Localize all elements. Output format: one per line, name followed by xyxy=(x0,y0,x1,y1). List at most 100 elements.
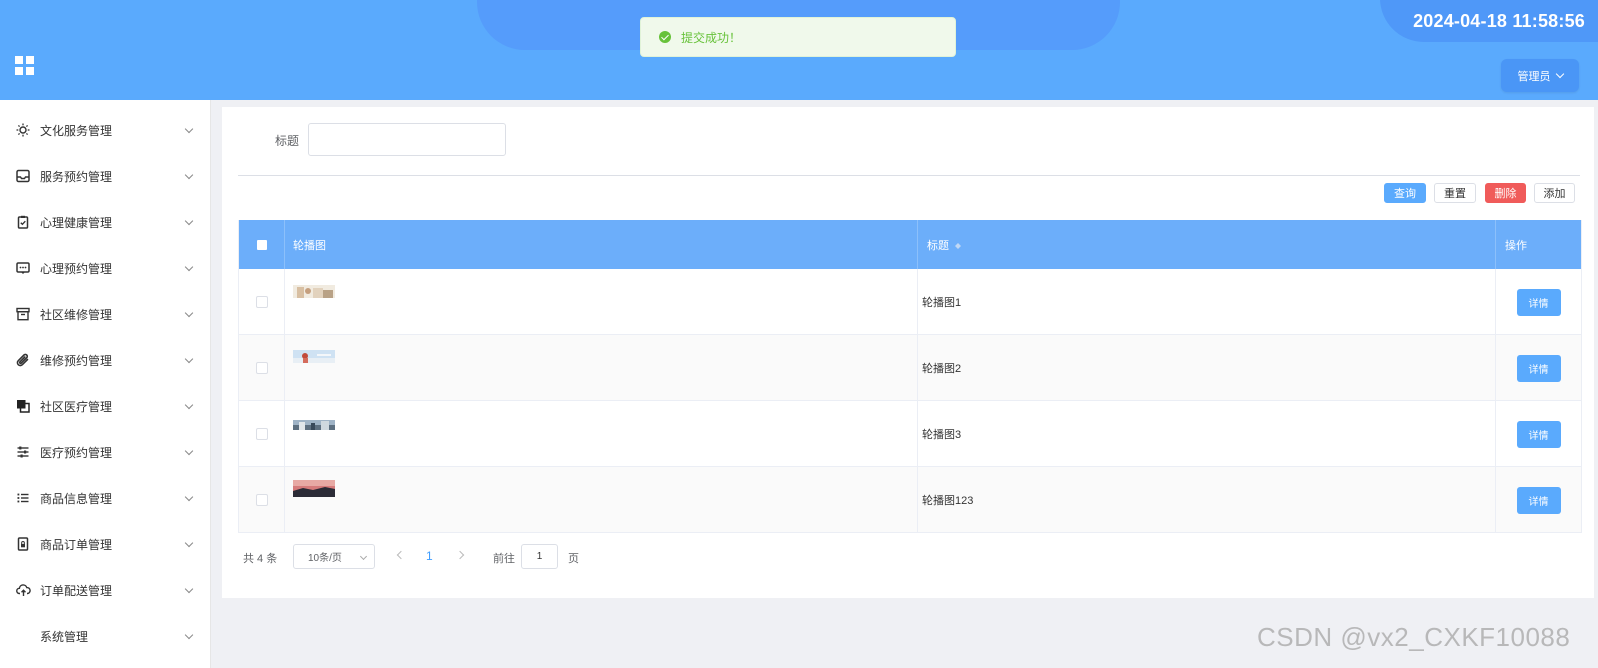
archive-box-icon xyxy=(15,306,31,322)
sidebar-item-system[interactable]: 系统管理 xyxy=(0,613,210,659)
delete-button[interactable]: 删除 xyxy=(1485,183,1526,203)
operation-cell: 详情 xyxy=(1496,335,1581,401)
sidebar-item-community-repair[interactable]: 社区维修管理 xyxy=(0,291,210,337)
copy-squares-icon xyxy=(15,398,31,414)
goto-page-input[interactable]: 1 xyxy=(521,544,558,569)
reset-button[interactable]: 重置 xyxy=(1434,183,1476,203)
query-button[interactable]: 查询 xyxy=(1384,183,1426,203)
main-panel: 标题 查询 重置 删除 添加 轮播图 标题 操作 轮播图1 详情 轮播图2 详情… xyxy=(222,107,1594,598)
row-check-cell xyxy=(239,335,285,401)
title-cell: 轮播图123 xyxy=(918,467,1496,533)
sidebar-item-mental-booking[interactable]: 心理预约管理 xyxy=(0,245,210,291)
chevron-down-icon xyxy=(184,354,194,363)
chevron-down-icon xyxy=(184,308,194,317)
sidebar-item-order-delivery[interactable]: 订单配送管理 xyxy=(0,567,210,613)
select-all-checkbox[interactable] xyxy=(256,239,267,250)
carousel-thumbnail xyxy=(293,350,335,363)
image-cell xyxy=(285,335,918,401)
carousel-thumbnail xyxy=(293,417,335,430)
table-row: 轮播图1 详情 xyxy=(239,269,1581,335)
row-check-cell xyxy=(239,401,285,467)
success-check-icon xyxy=(659,31,671,43)
detail-button[interactable]: 详情 xyxy=(1516,354,1561,382)
sidebar-item-repair-booking[interactable]: 维修预约管理 xyxy=(0,337,210,383)
chevron-down-icon xyxy=(184,538,194,547)
sidebar-item-mental-health[interactable]: 心理健康管理 xyxy=(0,199,210,245)
next-page-icon[interactable] xyxy=(455,550,465,560)
table-header: 轮播图 标题 操作 xyxy=(239,220,1581,269)
column-header-title[interactable]: 标题 xyxy=(918,220,1496,269)
sidebar-item-label: 服务预约管理 xyxy=(40,169,113,184)
sidebar: 文化服务管理 服务预约管理 心理健康管理 心理预约管理 社区维修管理 维修预约管 xyxy=(0,100,211,668)
detail-button[interactable]: 详情 xyxy=(1516,486,1561,514)
carousel-thumbnail xyxy=(293,480,335,497)
divider xyxy=(238,175,1580,176)
sidebar-item-label: 心理预约管理 xyxy=(40,261,113,276)
sidebar-item-product-orders[interactable]: 商品订单管理 xyxy=(0,521,210,567)
detail-button[interactable]: 详情 xyxy=(1516,420,1561,448)
paperclip-icon xyxy=(15,352,31,368)
add-button[interactable]: 添加 xyxy=(1534,183,1575,203)
chevron-down-icon xyxy=(184,170,194,179)
carousel-thumbnail xyxy=(293,285,335,298)
row-checkbox[interactable] xyxy=(255,296,268,308)
table-row: 轮播图123 详情 xyxy=(239,467,1581,533)
admin-label: 管理员 xyxy=(1517,70,1551,83)
pagination: 共 4 条 10条/页 1 前往 1 页 xyxy=(238,544,838,569)
lock-doc-icon xyxy=(15,536,31,552)
sidebar-item-label: 文化服务管理 xyxy=(40,123,113,138)
image-cell xyxy=(285,269,918,335)
row-checkbox[interactable] xyxy=(255,362,268,374)
menu-grid-icon[interactable] xyxy=(15,56,34,75)
image-cell xyxy=(285,467,918,533)
operation-cell: 详情 xyxy=(1496,401,1581,467)
title-cell: 轮播图1 xyxy=(918,269,1496,335)
chevron-down-icon xyxy=(184,584,194,593)
image-cell xyxy=(285,401,918,467)
chevron-down-icon xyxy=(184,400,194,409)
sidebar-item-label: 维修预约管理 xyxy=(40,353,113,368)
sidebar-item-product-info[interactable]: 商品信息管理 xyxy=(0,475,210,521)
operation-cell: 详情 xyxy=(1496,467,1581,533)
admin-dropdown-button[interactable]: 管理员 xyxy=(1501,59,1579,92)
sidebar-item-label: 社区维修管理 xyxy=(40,307,113,322)
total-count: 共 4 条 xyxy=(243,553,278,565)
prev-page-icon[interactable] xyxy=(396,550,406,560)
column-header-label: 操作 xyxy=(1505,239,1527,252)
page-size-select[interactable]: 10条/页 xyxy=(293,544,375,569)
sidebar-item-medical-booking[interactable]: 医疗预约管理 xyxy=(0,429,210,475)
sidebar-item-culture-service[interactable]: 文化服务管理 xyxy=(0,107,210,153)
goto-label: 前往 xyxy=(493,553,515,565)
detail-button[interactable]: 详情 xyxy=(1516,288,1561,316)
column-header-label: 标题 xyxy=(927,239,949,252)
cloud-upload-icon xyxy=(15,582,31,598)
watermark: CSDN @vx2_CXKF10088 xyxy=(1257,622,1571,652)
row-checkbox[interactable] xyxy=(255,428,268,440)
chevron-down-icon xyxy=(184,446,194,455)
row-check-cell xyxy=(239,269,285,335)
current-datetime: 2024-04-18 11:58:56 xyxy=(1413,11,1585,31)
goto-suffix: 页 xyxy=(568,553,579,565)
list-icon xyxy=(15,490,31,506)
sidebar-item-label: 商品订单管理 xyxy=(40,537,113,552)
page-size-value: 10条/页 xyxy=(308,553,342,564)
sidebar-item-label: 系统管理 xyxy=(40,629,89,644)
chevron-down-icon xyxy=(184,262,194,271)
table-row: 轮播图2 详情 xyxy=(239,335,1581,401)
chevron-down-icon xyxy=(1555,69,1564,78)
operation-cell: 详情 xyxy=(1496,269,1581,335)
sidebar-item-label: 心理健康管理 xyxy=(40,215,113,230)
sidebar-item-label: 医疗预约管理 xyxy=(40,445,113,460)
sun-icon xyxy=(15,122,31,138)
sidebar-item-community-medical[interactable]: 社区医疗管理 xyxy=(0,383,210,429)
sidebar-item-service-booking[interactable]: 服务预约管理 xyxy=(0,153,210,199)
column-header-operation: 操作 xyxy=(1496,220,1581,269)
sidebar-item-label: 订单配送管理 xyxy=(40,583,113,598)
title-search-input[interactable] xyxy=(308,123,506,156)
success-toast: 提交成功！ xyxy=(640,17,956,57)
row-checkbox[interactable] xyxy=(255,494,268,506)
chevron-down-icon xyxy=(359,552,368,561)
table-row: 轮播图3 详情 xyxy=(239,401,1581,467)
select-all-cell xyxy=(239,220,285,269)
page-number-current[interactable]: 1 xyxy=(426,549,433,563)
